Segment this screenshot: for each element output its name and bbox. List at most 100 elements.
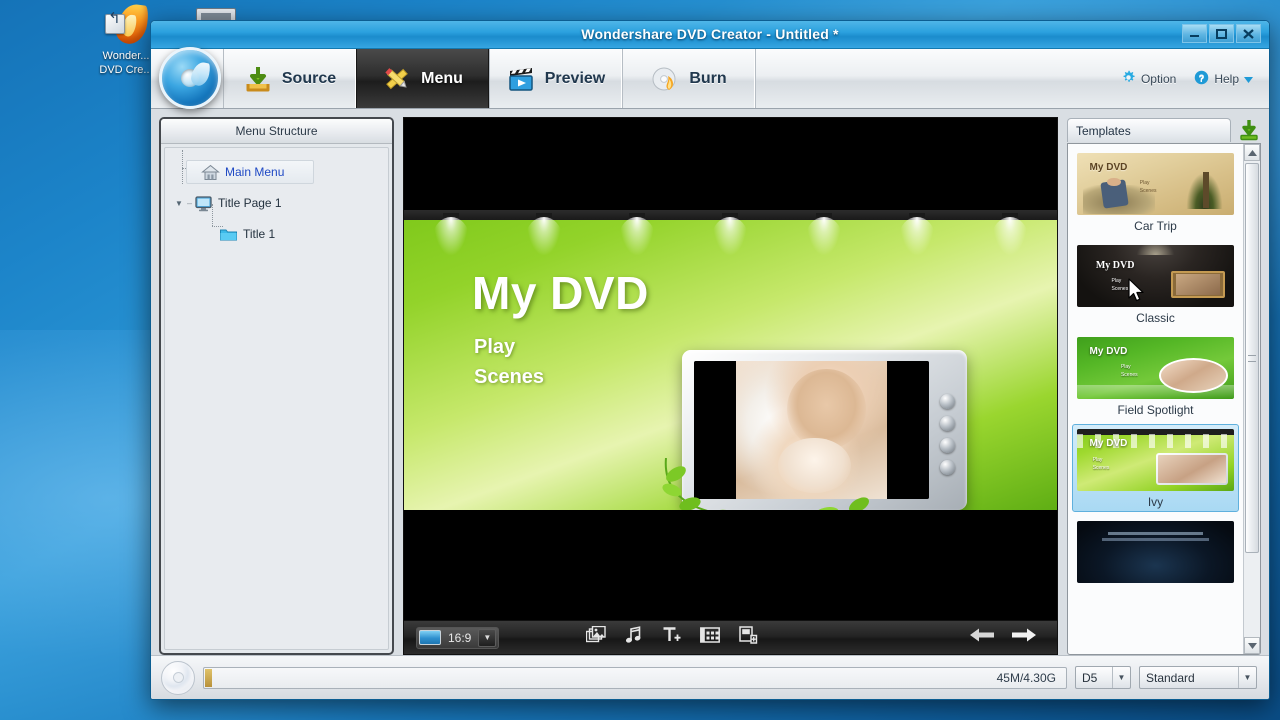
arrow-left-icon: [969, 627, 995, 648]
spotlight-bulb: [619, 213, 656, 257]
folder-icon: [219, 226, 238, 243]
minimize-button[interactable]: [1182, 24, 1207, 43]
background-music-button[interactable]: [615, 625, 653, 651]
template-thumbnail: [1077, 521, 1234, 583]
template-label-field-spotlight: Field Spotlight: [1117, 403, 1194, 417]
add-text-button[interactable]: [653, 625, 691, 651]
monitor-icon: [194, 195, 213, 212]
close-button[interactable]: [1236, 24, 1261, 43]
menu-title-text[interactable]: My DVD: [472, 266, 649, 320]
thumbnail-grid-button[interactable]: [691, 625, 729, 651]
spotlight-bulb: [805, 213, 842, 257]
dvd-creator-shortcut-icon: [103, 2, 150, 46]
thumbnail-tv-frame[interactable]: [682, 350, 967, 510]
import-template-button[interactable]: [1237, 118, 1261, 142]
template-label-car-trip: Car Trip: [1134, 219, 1177, 233]
menu-play-button-text[interactable]: Play: [474, 336, 515, 359]
background-image-button[interactable]: [577, 625, 615, 651]
aspect-ratio-selector[interactable]: 16:9 ▼: [416, 626, 500, 649]
spotlight-bulb: [899, 213, 936, 257]
template-thumb-title: My DVD: [1089, 437, 1128, 449]
tree-item-title-page-1[interactable]: ▼ – Title Page 1: [173, 191, 380, 215]
maximize-button[interactable]: [1209, 24, 1234, 43]
tab-source-label: Source: [281, 69, 337, 87]
scroll-up-button[interactable]: [1244, 144, 1260, 161]
template-item-partial[interactable]: [1072, 516, 1239, 586]
tree-item-title-1-label: Title 1: [243, 227, 276, 241]
spotlight-bulb: [992, 213, 1029, 257]
tab-preview-label: Preview: [544, 69, 606, 87]
template-thumb-sub: Play Scenes: [1111, 278, 1129, 293]
add-chapter-button[interactable]: [729, 625, 767, 651]
chevron-down-icon[interactable]: ▼: [1112, 667, 1130, 688]
disc-flame-icon: [650, 64, 680, 94]
tab-burn[interactable]: Burn: [622, 49, 755, 108]
tree-item-title-1[interactable]: Title 1: [173, 222, 380, 246]
background-image-icon: [586, 625, 607, 649]
template-thumbnail: My DVD Play Scenes: [1077, 337, 1234, 399]
scroll-down-button[interactable]: [1244, 637, 1260, 654]
templates-tab[interactable]: Templates: [1067, 118, 1231, 142]
tab-source[interactable]: Source: [223, 49, 356, 108]
templates-header: Templates: [1067, 117, 1261, 143]
clapperboard-play-icon: [506, 64, 536, 94]
disc-type-select[interactable]: D5 ▼: [1075, 666, 1131, 689]
template-thumbnail: My DVD Play Scenes: [1077, 245, 1234, 307]
template-thumb-title: My DVD: [1089, 345, 1128, 357]
menu-preview-stage[interactable]: My DVD Play Scenes: [403, 117, 1058, 621]
thumbnail-grid-icon: [700, 627, 721, 648]
templates-scrollbar[interactable]: [1243, 144, 1260, 654]
menu-scenes-button-text[interactable]: Scenes: [474, 366, 544, 389]
templates-panel: Templates My DVD Play Scenes Car Trip My…: [1067, 117, 1261, 655]
disc-capacity-bar: 45M/4.30G: [203, 666, 1067, 689]
menu-structure-tree: Main Menu ▼ – Title Page 1 Title 1: [164, 147, 389, 650]
help-button[interactable]: ? Help: [1194, 70, 1253, 88]
tv-knob-icon: [940, 438, 955, 453]
tab-menu[interactable]: Menu: [356, 49, 489, 108]
main-toolbar: Source Menu Preview Burn Option ? Help: [151, 47, 1269, 109]
tree-item-title-page-1-label: Title Page 1: [218, 196, 282, 210]
chevron-down-icon[interactable]: ▼: [1238, 667, 1256, 688]
app-logo-disc-icon: [159, 47, 221, 109]
title-bar[interactable]: Wondershare DVD Creator - Untitled *: [151, 21, 1269, 49]
tree-item-main-menu-label: Main Menu: [225, 165, 285, 179]
option-label: Option: [1140, 71, 1177, 86]
previous-page-button[interactable]: [961, 625, 1003, 651]
help-question-icon: ?: [1194, 70, 1209, 88]
window-controls: [1182, 24, 1261, 43]
templates-list: My DVD Play Scenes Car Trip My DVD Play …: [1068, 144, 1243, 654]
template-item-car-trip[interactable]: My DVD Play Scenes Car Trip: [1072, 148, 1239, 236]
templates-tab-label: Templates: [1076, 123, 1131, 138]
chevron-down-icon: [1244, 72, 1253, 86]
scrollbar-thumb[interactable]: [1245, 163, 1259, 553]
window-title: Wondershare DVD Creator - Untitled *: [581, 26, 839, 42]
tv-knob-icon: [940, 460, 955, 475]
template-label-classic: Classic: [1136, 311, 1175, 325]
status-bar: 45M/4.30G D5 ▼ Standard ▼: [151, 655, 1269, 699]
tree-expander-icon[interactable]: ▼: [173, 199, 185, 208]
template-item-classic[interactable]: My DVD Play Scenes Classic: [1072, 240, 1239, 328]
application-window: Wondershare DVD Creator - Untitled * Sou…: [150, 20, 1270, 700]
menu-canvas[interactable]: My DVD Play Scenes: [404, 210, 1057, 510]
gear-icon: [1121, 70, 1136, 88]
spotlight-bulb: [712, 213, 749, 257]
quality-select[interactable]: Standard ▼: [1139, 666, 1257, 689]
template-item-field-spotlight[interactable]: My DVD Play Scenes Field Spotlight: [1072, 332, 1239, 420]
template-thumb-sub: Play Scenes: [1139, 180, 1157, 195]
thumbnail-screen: [694, 361, 929, 499]
background-music-icon: [625, 626, 643, 649]
chevron-down-icon[interactable]: ▼: [478, 628, 497, 647]
spotlight-bar: [404, 210, 1057, 257]
next-page-button[interactable]: [1003, 625, 1045, 651]
scrollbar-track[interactable]: [1244, 161, 1260, 637]
template-thumb-sub: Play Scenes: [1092, 457, 1110, 472]
option-button[interactable]: Option: [1121, 70, 1176, 88]
templates-list-container: My DVD Play Scenes Car Trip My DVD Play …: [1067, 143, 1261, 655]
template-item-ivy[interactable]: My DVD Play Scenes Ivy: [1072, 424, 1239, 512]
home-icon: [201, 164, 220, 181]
spotlight-bulb: [525, 213, 562, 257]
tree-item-main-menu[interactable]: Main Menu: [186, 160, 314, 184]
toolbar-right-actions: Option ? Help: [755, 49, 1269, 108]
template-thumb-title: My DVD: [1095, 259, 1135, 271]
tab-preview[interactable]: Preview: [489, 49, 622, 108]
